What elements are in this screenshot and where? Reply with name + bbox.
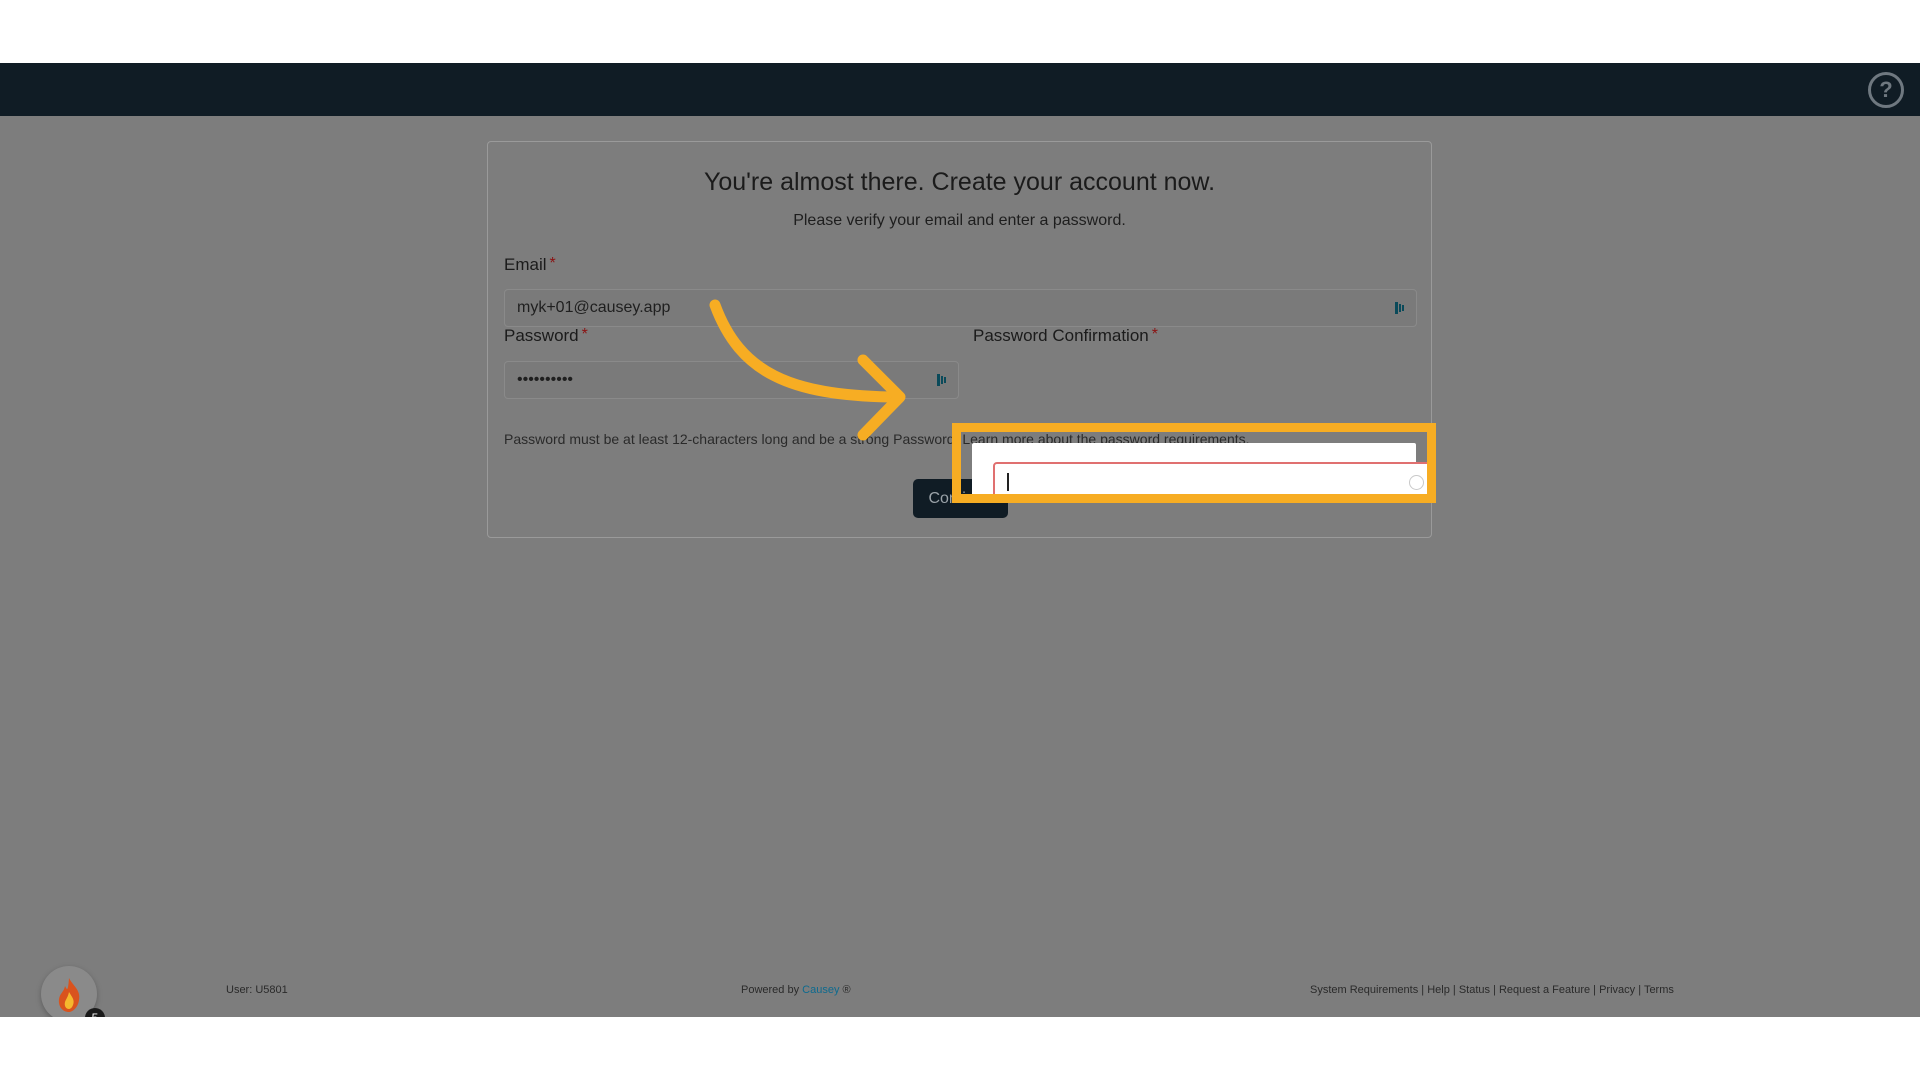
loading-spinner-icon bbox=[1409, 475, 1424, 490]
footer-link-privacy[interactable]: Privacy bbox=[1599, 984, 1635, 996]
password-manager-icon[interactable] bbox=[937, 373, 948, 387]
email-field[interactable]: myk+01@causey.app bbox=[504, 289, 1417, 327]
footer-link-terms[interactable]: Terms bbox=[1644, 984, 1674, 996]
footer-link-request-feature[interactable]: Request a Feature bbox=[1499, 984, 1590, 996]
page-title: You're almost there. Create your account… bbox=[703, 168, 1216, 196]
password-label: Password * bbox=[504, 326, 588, 345]
email-label: Email * bbox=[504, 255, 556, 274]
app-viewport: ? You're almost there. Create your accou… bbox=[0, 63, 1920, 1017]
footer-links: System Requirements | Help | Status | Re… bbox=[1310, 984, 1674, 996]
focus-callout bbox=[972, 443, 1436, 501]
footer-powered-by: Powered by Causey ® bbox=[741, 984, 851, 996]
required-marker: * bbox=[1151, 326, 1158, 343]
text-caret bbox=[1007, 473, 1009, 491]
notification-count-badge: 5 bbox=[85, 1008, 105, 1017]
footer-link-system-requirements[interactable]: System Requirements bbox=[1310, 984, 1418, 996]
password-confirmation-field[interactable] bbox=[993, 462, 1436, 500]
question-circle-icon[interactable]: ? bbox=[1868, 72, 1904, 108]
password-manager-icon[interactable] bbox=[1395, 301, 1406, 315]
required-marker: * bbox=[549, 255, 556, 272]
footer-user: User: U5801 bbox=[226, 984, 288, 996]
page-footer: User: U5801 Powered by Causey ® System R… bbox=[0, 975, 1920, 1005]
footer-link-status[interactable]: Status bbox=[1459, 984, 1490, 996]
password-confirmation-label: Password Confirmation * bbox=[973, 326, 1158, 345]
password-field[interactable]: •••••••••• bbox=[504, 361, 959, 399]
top-navbar: ? bbox=[0, 63, 1920, 116]
page-subtitle: Please verify your email and enter a pas… bbox=[793, 212, 1126, 229]
footer-link-help[interactable]: Help bbox=[1427, 984, 1450, 996]
required-marker: * bbox=[581, 326, 588, 343]
causey-link[interactable]: Causey bbox=[802, 984, 839, 996]
